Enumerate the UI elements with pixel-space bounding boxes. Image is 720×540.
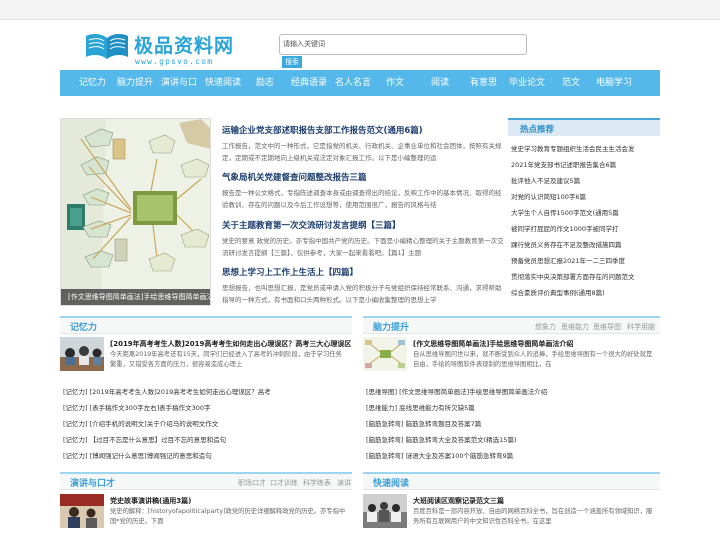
brain-tag[interactable]: 科学用脑 bbox=[627, 322, 655, 332]
hot-item[interactable]: 批评他人不足及建议5篇 bbox=[511, 175, 580, 185]
article-title[interactable]: 思想上学习上工作上生活上【四篇】 bbox=[222, 266, 358, 278]
memory-list-item[interactable]: [记忆力] 【过目不忘是什么意思】过目不忘的意思和造句 bbox=[63, 434, 226, 444]
site-url: www.gpsvo.com bbox=[135, 57, 214, 66]
hot-item[interactable]: 被同学打屁屁的作文1000字被同学打 bbox=[511, 223, 619, 233]
speech-section-title[interactable]: 演讲与口才 bbox=[70, 476, 115, 489]
brain-tag[interactable]: 思维导图 bbox=[593, 322, 621, 332]
fastread-section-title[interactable]: 快速阅读 bbox=[373, 476, 409, 489]
nav-item-fastread[interactable]: 快速阅读 bbox=[205, 70, 241, 96]
nav-item-inspire[interactable]: 励志 bbox=[256, 70, 274, 96]
hot-item[interactable]: 踝行党员义务存在不足及整改措施四篇 bbox=[511, 239, 622, 249]
search-button[interactable]: 搜索 bbox=[282, 56, 302, 68]
brain-list-item[interactable]: [脑筋急转弯] 脑筋急转弯大全及答案范文(精选15篇) bbox=[366, 434, 516, 444]
hot-item[interactable]: 对党的认识简短100字6篇 bbox=[511, 191, 586, 201]
brain-tag[interactable]: 想象力 bbox=[535, 322, 556, 332]
hot-item[interactable]: 贯彻落实中央决策部署方面存在的问题范文 bbox=[511, 271, 635, 281]
nav-item-quotes[interactable]: 经典语录 bbox=[291, 70, 327, 96]
speech-tag[interactable]: 职场口才 bbox=[238, 478, 266, 488]
fastread-section-header: 快速阅读 bbox=[363, 472, 660, 490]
nav-item-memory[interactable]: 记忆力 bbox=[79, 70, 106, 96]
open-book-icon bbox=[86, 33, 128, 59]
article-summary: 报告是一种公文格式，专指陈述调查本身或由调查得出的结论，反映工作中的基本情况、取… bbox=[222, 189, 502, 209]
speech-feature-title[interactable]: 党史故事演讲稿(通用3篇) bbox=[110, 496, 191, 506]
nav-item-reading[interactable]: 阅读 bbox=[431, 70, 449, 96]
slide-caption[interactable]: [作文思维导图简单画法]手绘思维导图简单画法 bbox=[61, 289, 210, 305]
fastread-feature-desc: 百度百科是一部内容开放、自由的网络百科全书，旨在创造一个涵盖所有领域知识，服务所… bbox=[413, 508, 653, 525]
site-name: 极品资料网 bbox=[134, 35, 235, 57]
hot-title: 热点推荐 bbox=[520, 125, 555, 135]
memory-list-item[interactable]: [记忆力] [介绍手机的说明文]关于介绍马的说明文作文 bbox=[63, 418, 218, 428]
main-nav: 记忆力 脑力提升 演讲与口 快速阅读 励志 经典语录 名人名言 作文 阅读 有意… bbox=[60, 70, 660, 96]
speech-tag[interactable]: 演讲 bbox=[337, 478, 351, 488]
hot-item[interactable]: 大学生个人自传1500字范文(通用5篇 bbox=[511, 207, 619, 217]
article-title[interactable]: 关于主题教育第一次交流研讨发言提纲【三篇】 bbox=[222, 219, 401, 231]
nav-item-famous[interactable]: 名人名言 bbox=[335, 70, 371, 96]
hot-header: 热点推荐 bbox=[508, 118, 660, 136]
brain-list-item[interactable]: [脑筋急转弯] 脑筋急转弯题目及答案7篇 bbox=[366, 418, 481, 428]
article-title[interactable]: 运输企业党支部述职报告支部工作报告范文(通用6篇) bbox=[222, 124, 423, 136]
brain-tag[interactable]: 思维能力 bbox=[561, 322, 589, 332]
classroom-image bbox=[363, 494, 407, 528]
exam-room-image bbox=[60, 337, 104, 371]
hot-item[interactable]: 综合素质评价典型事例(通用8篇) bbox=[511, 287, 605, 297]
brain-feature-thumb[interactable] bbox=[363, 337, 407, 371]
nav-item-computer[interactable]: 电脑学习 bbox=[596, 70, 632, 96]
speech-feature-desc: 党史的解释：[historyofapoliticalparty]政党的历史详细解… bbox=[110, 508, 346, 525]
memory-list-item[interactable]: [记忆力] [博闻强记什么意思]博闻强记的意思和造句 bbox=[63, 450, 212, 460]
mindmap-thumb-image bbox=[363, 337, 407, 371]
article-title[interactable]: 气象局机关党建督查问题整改报告三篇 bbox=[222, 171, 367, 183]
brain-list-item[interactable]: [思维导图] [作文思维导图简单画法]手绘思维导图简单画法介绍 bbox=[366, 386, 547, 396]
hot-item[interactable]: 预备党员思想汇报2021年一二三四季度 bbox=[511, 255, 625, 265]
article-summary: 工作报告，范文中的一种形式，它是指党的机关、行政机关、企事业单位和社会团体，按照… bbox=[222, 142, 502, 162]
nav-item-fun[interactable]: 有意思 bbox=[470, 70, 497, 96]
nav-item-speech[interactable]: 演讲与口 bbox=[161, 70, 197, 96]
brain-feature-desc: 自从思维导图问世以来，就不断受到众人的追捧，手绘思维导图有一个很大的好处就是自由… bbox=[413, 351, 653, 368]
article-summary: 党史的要意 政党的历史。亦专指中国共产党的历史。下面是小编精心整理的关于主题教育… bbox=[222, 237, 504, 257]
brain-feature-title[interactable]: [作文思维导图简单画法]手绘思维导图简单画法介绍 bbox=[413, 339, 573, 349]
nav-item-thesis[interactable]: 毕业论文 bbox=[509, 70, 545, 96]
fastread-feature-title[interactable]: 大班阅读区观察记录范文三篇 bbox=[413, 496, 504, 506]
speech-feature-thumb[interactable] bbox=[60, 494, 104, 528]
mindmap-image bbox=[61, 119, 210, 291]
brain-section-header: 脑力提升 想象力 思维能力 思维导图 科学用脑 bbox=[363, 316, 660, 334]
hot-item[interactable]: 党史学习教育专题组织生活会民主生活会发 bbox=[511, 143, 635, 153]
memory-feature-desc: 今天距离2019年高考还有15天，同学们已经进入了高考的冲刺阶段，由于学习任务繁… bbox=[110, 351, 342, 368]
memory-list-item[interactable]: [记忆力] [表手稿作文300字左右]表手稿作文300字 bbox=[63, 402, 211, 412]
fastread-feature-thumb[interactable] bbox=[363, 494, 407, 528]
memory-feature-title[interactable]: [2019年高考考生人数]2019高考考生如何走出心理误区？高考三大心理误区 bbox=[110, 339, 351, 349]
site-logo[interactable]: 极品资料网 www.gpsvo.com bbox=[82, 30, 242, 70]
brain-section-title[interactable]: 脑力提升 bbox=[373, 320, 409, 333]
nav-item-samples[interactable]: 范文 bbox=[562, 70, 580, 96]
top-strip bbox=[0, 0, 720, 20]
nav-item-essay[interactable]: 作文 bbox=[386, 70, 404, 96]
article-summary: 思想报告，也叫思想汇报，是党员或申请入党的积极分子与党组织保持经常联系、沟通，求… bbox=[222, 284, 502, 304]
featured-slide[interactable]: [作文思维导图简单画法]手绘思维导图简单画法 bbox=[60, 118, 211, 306]
memory-section-header: 记忆力 bbox=[60, 316, 352, 334]
brain-list-item[interactable]: [脑筋急转弯] 谜语大全及答案100个脑筋急转弯9篇 bbox=[366, 450, 513, 460]
speech-tag[interactable]: 科学练表 bbox=[303, 478, 331, 488]
memory-section-title[interactable]: 记忆力 bbox=[70, 320, 97, 333]
search-input[interactable]: 请输入关键词 bbox=[279, 34, 527, 55]
brain-list-item[interactable]: [思维能力] 底线思维能力有所欠缺5篇 bbox=[366, 402, 475, 412]
speech-section-header: 演讲与口才 职场口才 口才训练 科学练表 演讲 bbox=[60, 472, 352, 490]
hot-item[interactable]: 2021年党支部书记述职报告集合6篇 bbox=[511, 159, 616, 169]
speech-tag[interactable]: 口才训练 bbox=[270, 478, 298, 488]
memory-list-item[interactable]: [记忆力] [2019年高考考生人数]2019高考考生如何走出心理误区？高考 bbox=[63, 386, 271, 396]
site-header: 极品资料网 www.gpsvo.com 请输入关键词 搜索 bbox=[0, 20, 720, 70]
memory-feature-thumb[interactable] bbox=[60, 337, 104, 371]
nav-item-brain[interactable]: 脑力提升 bbox=[117, 70, 153, 96]
speech-image bbox=[60, 494, 104, 528]
